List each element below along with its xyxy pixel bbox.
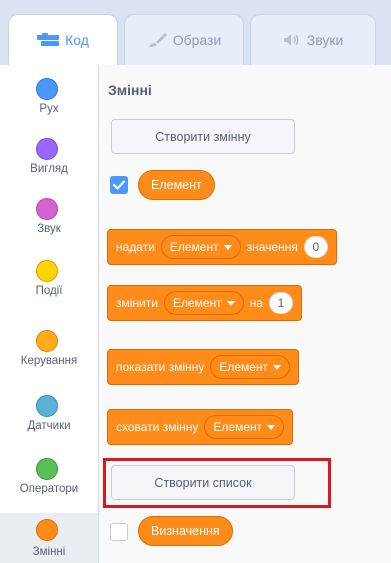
dropdown-value: Елемент xyxy=(213,420,263,434)
dropdown-value: Елемент xyxy=(172,296,222,310)
category-label: Оператори xyxy=(19,483,79,495)
variable-monitor-checkbox[interactable] xyxy=(110,176,128,194)
category-label: Датчики xyxy=(27,420,71,432)
costume-brush-icon xyxy=(147,32,167,48)
sound-category-icon xyxy=(36,198,58,220)
dropdown-value: Елемент xyxy=(219,360,269,374)
category-sensing[interactable]: Датчики xyxy=(0,395,98,455)
tab-code-label: Код xyxy=(65,32,89,48)
looks-category-icon xyxy=(36,138,58,160)
block-text: на xyxy=(249,296,263,310)
dropdown-value: Елемент xyxy=(169,240,219,254)
code-icon xyxy=(37,33,60,47)
block-text: показати змінну xyxy=(116,360,205,374)
category-label: Рух xyxy=(39,103,59,115)
tab-sounds-label: Звуки xyxy=(306,32,344,48)
definition-reporter-block[interactable]: Визначення xyxy=(138,516,233,546)
checkmark-icon xyxy=(112,180,126,190)
tab-sounds[interactable]: Звуки xyxy=(250,14,376,65)
category-label: Керування xyxy=(20,355,78,367)
change-variable-block[interactable]: змінити Елемент на 1 xyxy=(107,285,302,321)
category-motion[interactable]: Рух xyxy=(0,78,98,138)
hide-variable-block[interactable]: сховати змінну Елемент xyxy=(107,409,294,445)
block-text: змінити xyxy=(116,296,158,310)
category-label: Звук xyxy=(37,223,61,235)
control-category-icon xyxy=(36,330,58,352)
dropdown-arrow-icon xyxy=(273,364,282,370)
tab-code[interactable]: Код xyxy=(8,14,118,65)
definition-monitor-checkbox[interactable] xyxy=(110,523,128,541)
show-variable-block[interactable]: показати змінну Елемент xyxy=(107,349,300,385)
value-input[interactable]: 0 xyxy=(303,236,328,258)
events-category-icon xyxy=(36,260,58,282)
palette-section-title: Змінні xyxy=(108,82,152,98)
dropdown-arrow-icon xyxy=(267,424,276,430)
variables-category-icon xyxy=(36,519,58,541)
variable-dropdown[interactable]: Елемент xyxy=(160,235,241,259)
variable-dropdown[interactable]: Елемент xyxy=(204,415,285,439)
tab-costumes[interactable]: Образи xyxy=(124,14,244,65)
variable-dropdown[interactable]: Елемент xyxy=(210,355,291,379)
operators-category-icon xyxy=(36,458,58,480)
variable-dropdown[interactable]: Елемент xyxy=(163,291,244,315)
category-label: Вигляд xyxy=(30,163,68,175)
make-variable-button[interactable]: Створити змінну xyxy=(111,119,295,154)
category-sound[interactable]: Звук xyxy=(0,198,98,258)
set-variable-block[interactable]: надати Елемент значення 0 xyxy=(107,229,337,265)
category-looks[interactable]: Вигляд xyxy=(0,138,98,198)
tab-costumes-label: Образи xyxy=(172,32,222,48)
category-control[interactable]: Керування xyxy=(0,330,98,390)
category-menu: Рух Вигляд Звук Події Керування Датчики … xyxy=(0,65,99,563)
speaker-icon xyxy=(283,33,301,47)
value-input[interactable]: 1 xyxy=(269,292,293,314)
block-text: надати xyxy=(116,240,155,254)
category-label: Події xyxy=(35,285,63,297)
variable-reporter-block[interactable]: Елемент xyxy=(138,170,215,200)
motion-category-icon xyxy=(36,78,58,100)
category-events[interactable]: Події xyxy=(0,260,98,320)
category-label: Змінні xyxy=(32,546,66,558)
dropdown-arrow-icon xyxy=(226,300,235,306)
sensing-category-icon xyxy=(36,395,58,417)
category-variables[interactable]: Змінні xyxy=(0,513,98,563)
dropdown-arrow-icon xyxy=(223,244,232,250)
block-text: значення xyxy=(246,240,298,254)
editor-tabs: Код Образи Звуки xyxy=(0,0,391,65)
block-text: сховати змінну xyxy=(116,420,199,434)
highlight-frame xyxy=(103,458,331,508)
category-operators[interactable]: Оператори xyxy=(0,458,98,518)
